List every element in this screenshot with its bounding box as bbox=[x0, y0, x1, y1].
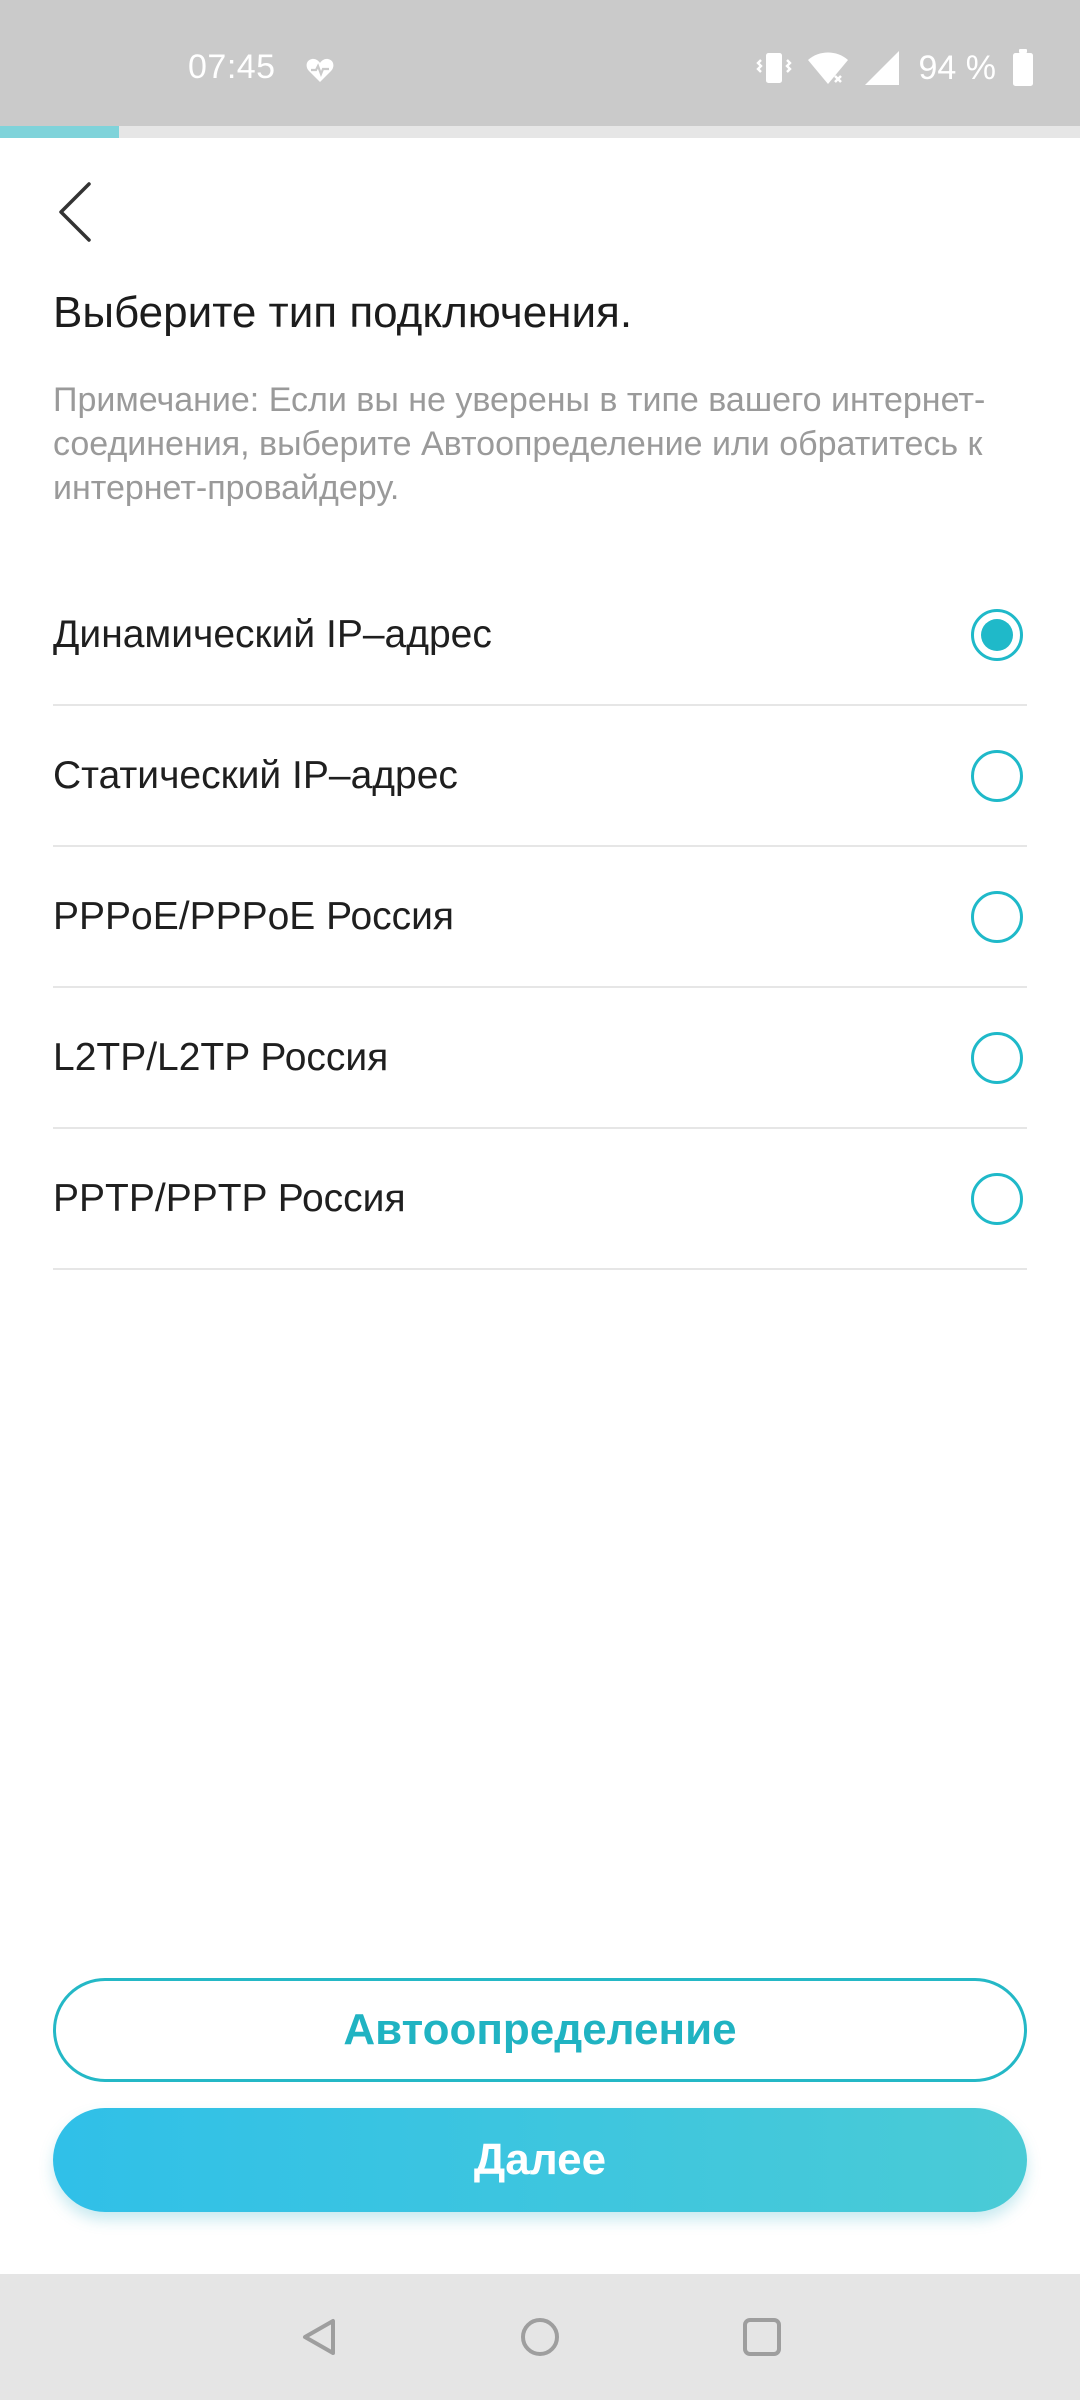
setup-progress-fill bbox=[0, 126, 119, 138]
chevron-left-icon bbox=[59, 182, 91, 242]
nav-home-button[interactable] bbox=[507, 2304, 573, 2370]
battery-percent: 94 % bbox=[918, 48, 997, 87]
option-pppoe[interactable]: PPPoE/PPPoE Россия bbox=[53, 847, 1027, 988]
option-label: Статический IP–адрес bbox=[53, 753, 458, 797]
radio-button[interactable] bbox=[971, 608, 1023, 661]
connection-type-list: Динамический IP–адрес Статический IP–адр… bbox=[53, 565, 1027, 1270]
status-time: 07:45 bbox=[188, 48, 276, 86]
setup-progress-bar bbox=[0, 126, 1080, 138]
vibrate-icon bbox=[755, 53, 792, 83]
radio-button[interactable] bbox=[971, 890, 1023, 943]
option-label: PPTP/PPTP Россия bbox=[53, 1176, 406, 1220]
option-label: PPPoE/PPPoE Россия bbox=[53, 894, 455, 938]
option-l2tp[interactable]: L2TP/L2TP Россия bbox=[53, 988, 1027, 1129]
page-note: Примечание: Если вы не уверены в типе ва… bbox=[53, 381, 986, 507]
battery-icon bbox=[1013, 49, 1033, 86]
status-bar: 07:45 94 % bbox=[0, 0, 1080, 126]
page-title: Выберите тип подключения. bbox=[53, 288, 633, 337]
radio-button[interactable] bbox=[971, 1172, 1023, 1225]
radio-button[interactable] bbox=[971, 1031, 1023, 1084]
nav-back-button[interactable] bbox=[286, 2304, 352, 2370]
auto-detect-button[interactable]: Автоопределение bbox=[53, 1978, 1027, 2082]
option-dynamic-ip[interactable]: Динамический IP–адрес bbox=[53, 565, 1027, 706]
radio-button[interactable] bbox=[971, 749, 1023, 802]
option-static-ip[interactable]: Статический IP–адрес bbox=[53, 706, 1027, 847]
recents-square-icon bbox=[743, 2318, 781, 2356]
heart-pulse-icon bbox=[306, 58, 334, 82]
nav-recents-button[interactable] bbox=[729, 2304, 795, 2370]
option-pptp[interactable]: PPTP/PPTP Россия bbox=[53, 1129, 1027, 1270]
back-button[interactable] bbox=[42, 168, 108, 256]
signal-icon bbox=[864, 51, 899, 85]
system-nav-bar bbox=[0, 2274, 1080, 2400]
wifi-icon bbox=[807, 52, 848, 84]
home-circle-icon bbox=[521, 2318, 559, 2356]
back-triangle-icon bbox=[303, 2319, 335, 2355]
status-icons: 94 % bbox=[755, 46, 1035, 90]
next-button[interactable]: Далее bbox=[53, 2108, 1027, 2212]
option-label: Динамический IP–адрес bbox=[53, 612, 492, 656]
option-label: L2TP/L2TP Россия bbox=[53, 1035, 389, 1079]
